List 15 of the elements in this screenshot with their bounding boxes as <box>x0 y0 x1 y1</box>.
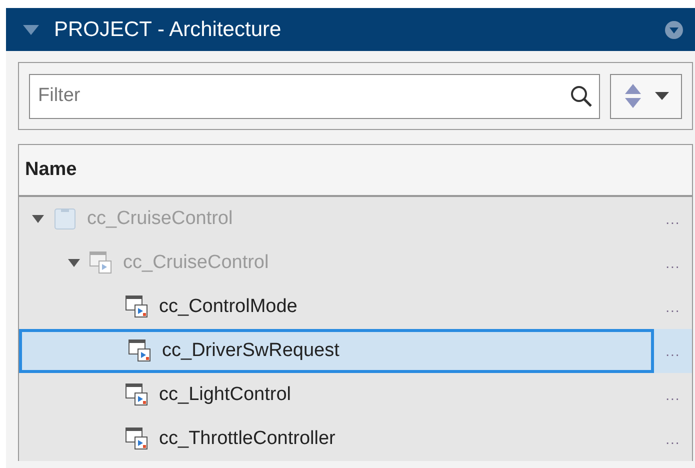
sort-icon <box>624 83 642 109</box>
item-label: cc_CruiseControl <box>123 250 269 275</box>
caret-icon <box>654 92 668 100</box>
column-header[interactable]: Name <box>25 156 77 184</box>
item-label: cc_DriverSwRequest <box>162 338 340 363</box>
filter-field[interactable]: Filter <box>29 74 600 118</box>
collapse-icon[interactable] <box>22 24 40 36</box>
search-icon[interactable] <box>570 84 592 106</box>
item-label: cc_LightControl <box>159 382 292 407</box>
item-label: cc_ThrottleController <box>159 426 336 451</box>
item-label: cc_ControlMode <box>159 294 298 319</box>
sort-button[interactable] <box>610 74 682 118</box>
panel-title: PROJECT - Architecture <box>54 16 282 43</box>
item-label: cc_CruiseControl <box>87 206 233 231</box>
panel-menu-icon[interactable] <box>665 20 683 38</box>
